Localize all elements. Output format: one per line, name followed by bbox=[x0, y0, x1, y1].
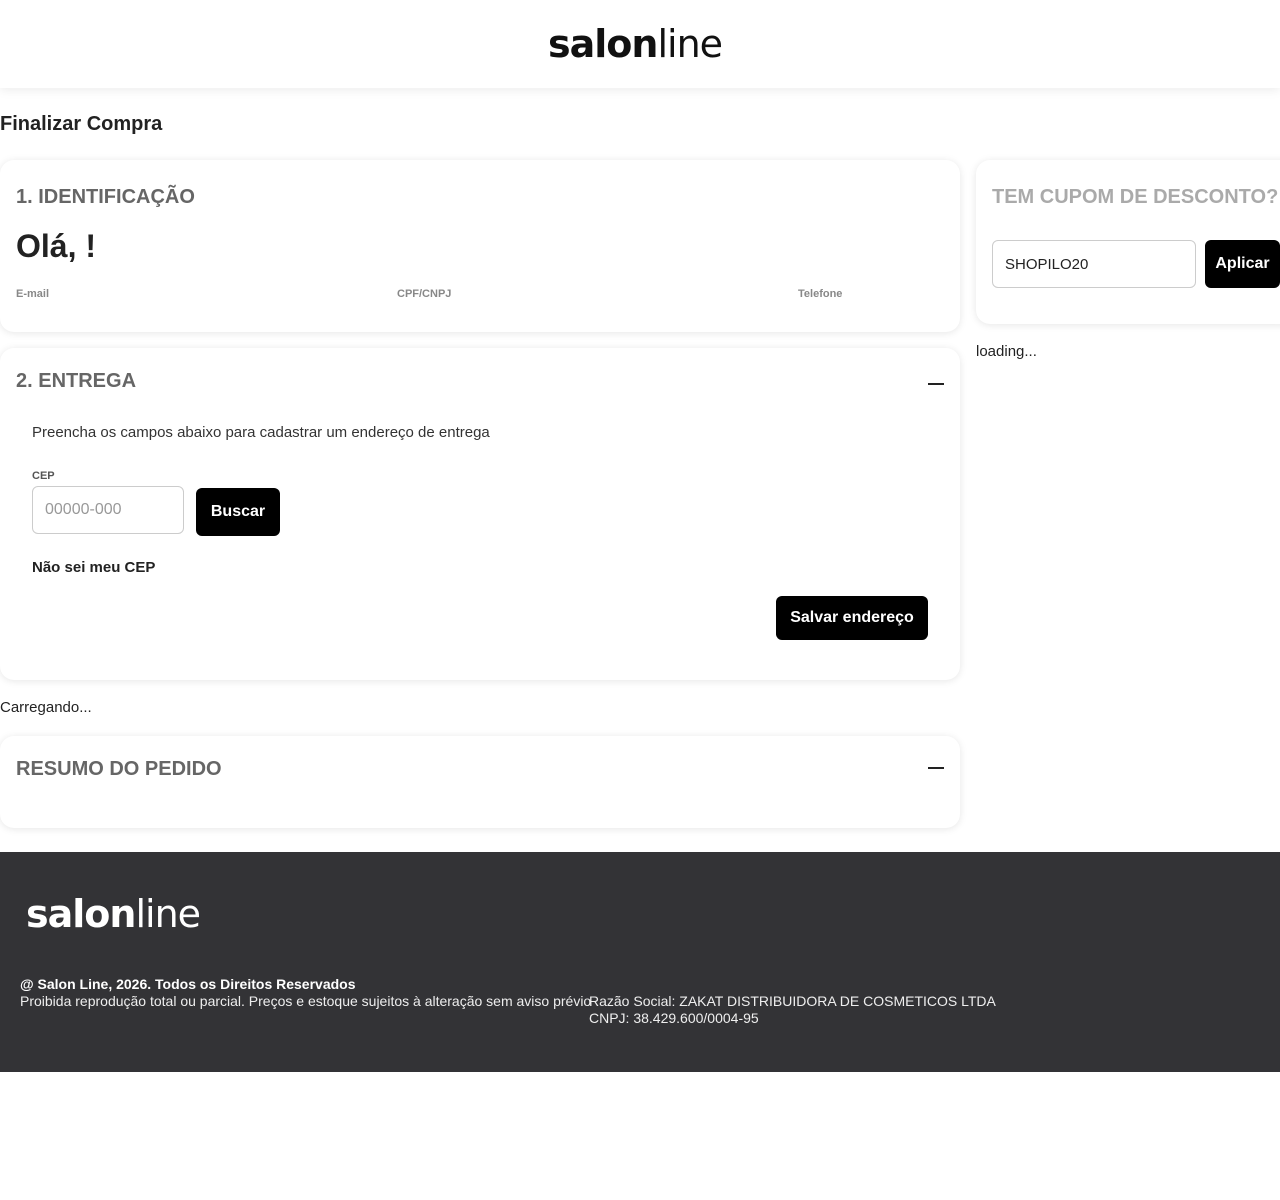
cupom-card: TEM CUPOM DE DESCONTO? Aplicar bbox=[976, 160, 1280, 324]
logo-bold-part: salon bbox=[548, 22, 658, 66]
entrega-title: 2. ENTREGA bbox=[16, 370, 137, 392]
nao-sei-cep-link[interactable]: Não sei meu CEP bbox=[32, 559, 155, 576]
carregando-text: Carregando... bbox=[0, 699, 92, 716]
loading-text: loading... bbox=[976, 343, 1037, 360]
cep-label: CEP bbox=[32, 470, 55, 482]
greeting: Olá, ! bbox=[16, 228, 97, 264]
cnpj-text: CNPJ: 38.429.600/0004-95 bbox=[589, 1010, 759, 1026]
razao-social-text: Razão Social: ZAKAT DISTRIBUIDORA DE COS… bbox=[589, 993, 996, 1009]
telefone-label: Telefone bbox=[798, 288, 843, 300]
resumo-title: RESUMO DO PEDIDO bbox=[16, 758, 222, 780]
logo-light-part: line bbox=[135, 892, 201, 936]
logo-light-part: line bbox=[657, 22, 723, 66]
site-footer: salonline @ Salon Line, 2026. Todos os D… bbox=[0, 852, 1280, 1072]
email-label: E-mail bbox=[16, 288, 50, 300]
footer-salonline-logo[interactable]: salonline bbox=[26, 892, 201, 936]
entrega-instructions: Preencha os campos abaixo para cadastrar… bbox=[32, 424, 490, 441]
entrega-card: 2. ENTREGA Preencha os campos abaixo par… bbox=[0, 348, 960, 680]
disclaimer-text: Proibida reprodução total ou parcial. Pr… bbox=[20, 993, 592, 1009]
salvar-endereco-button[interactable]: Salvar endereço bbox=[776, 596, 928, 640]
buscar-button[interactable]: Buscar bbox=[196, 488, 280, 536]
salonline-logo[interactable]: salonline bbox=[548, 22, 723, 66]
aplicar-button[interactable]: Aplicar bbox=[1205, 240, 1280, 288]
logo-bold-part: salon bbox=[26, 892, 136, 936]
identificacao-title: 1. IDENTIFICAÇÃO bbox=[16, 186, 195, 208]
cupom-input[interactable] bbox=[992, 240, 1196, 288]
cupom-title: TEM CUPOM DE DESCONTO? bbox=[992, 186, 1279, 208]
cpf-label: CPF/CNPJ bbox=[397, 288, 452, 300]
resumo-card: RESUMO DO PEDIDO bbox=[0, 736, 960, 828]
copyright-text: @ Salon Line, 2026. Todos os Direitos Re… bbox=[20, 976, 356, 992]
site-header: salonline bbox=[0, 0, 1280, 88]
page-title: Finalizar Compra bbox=[0, 113, 163, 135]
cep-input[interactable] bbox=[32, 486, 184, 534]
identificacao-card: 1. IDENTIFICAÇÃO Olá, ! E-mail CPF/CNPJ … bbox=[0, 160, 960, 332]
collapse-minus-icon[interactable] bbox=[928, 383, 944, 385]
collapse-minus-icon[interactable] bbox=[928, 767, 944, 769]
